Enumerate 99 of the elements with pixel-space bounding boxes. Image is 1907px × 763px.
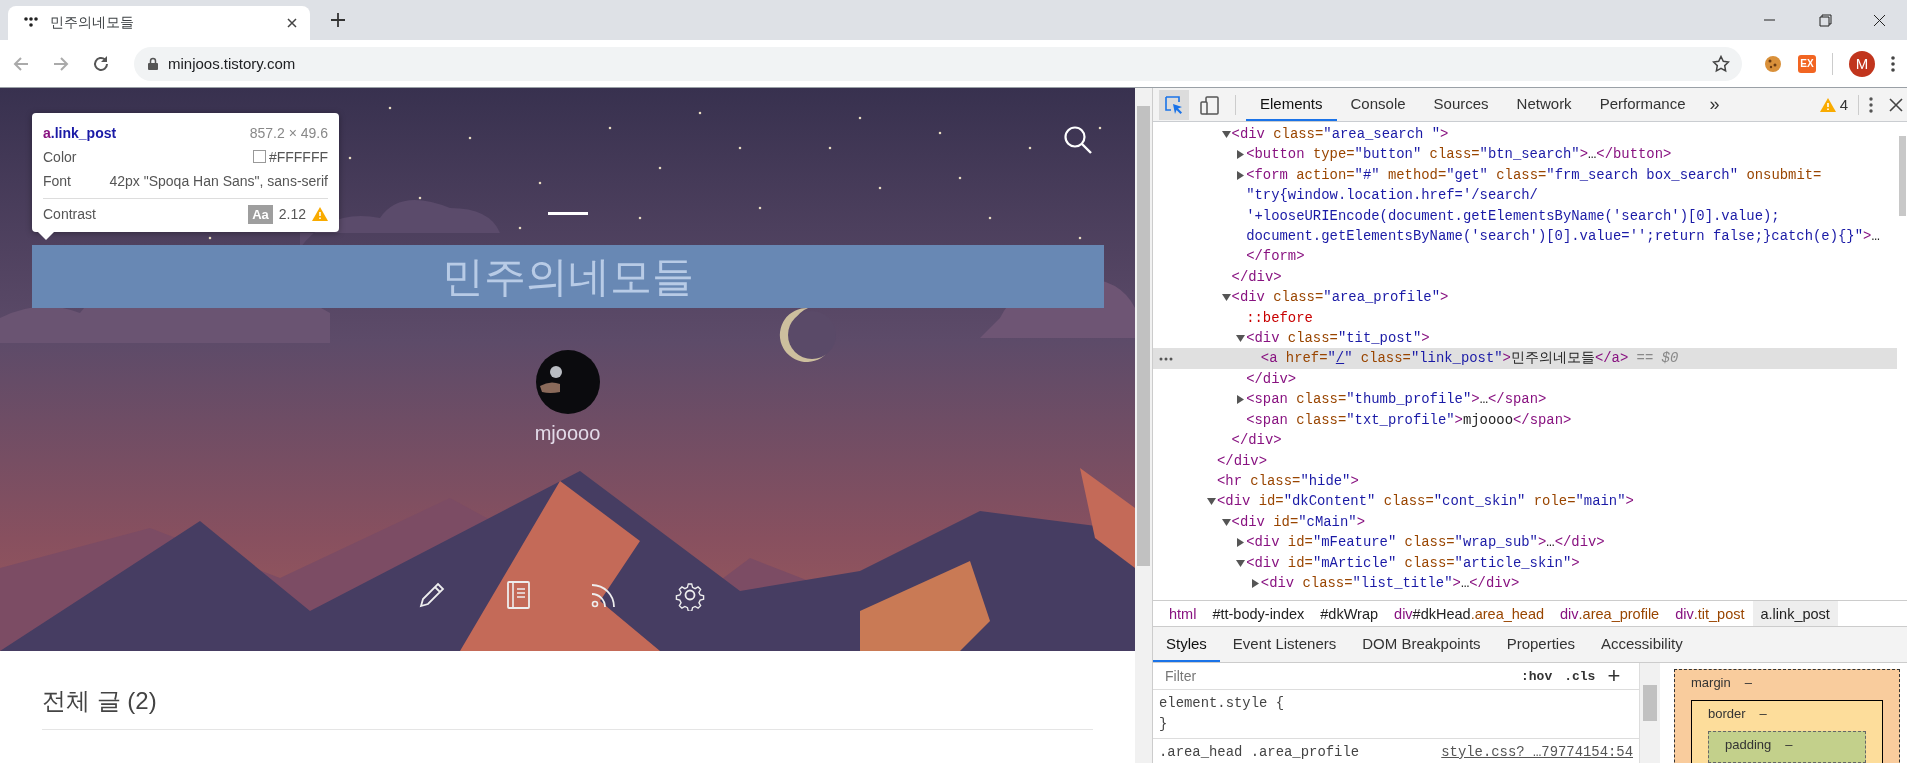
panel-tab[interactable]: Accessibility xyxy=(1588,627,1696,662)
contrast-value: 2.12 xyxy=(278,206,306,222)
close-icon[interactable] xyxy=(1889,97,1903,112)
cursor-icon xyxy=(1164,94,1184,115)
box-label: border xyxy=(1708,705,1746,721)
dom-row[interactable]: ::before xyxy=(1153,307,1897,329)
warning-count[interactable]: 4 xyxy=(1819,96,1848,113)
inspect-button[interactable] xyxy=(1159,89,1189,120)
style-rule-line: .area_head .area_profile xyxy=(1159,743,1360,762)
expanded-triangle-icon[interactable] xyxy=(1221,517,1231,527)
plus-icon[interactable] xyxy=(330,12,346,28)
style-rule-line: } xyxy=(1159,715,1169,734)
more-icon[interactable] xyxy=(1159,357,1173,362)
closing-tag: </div> xyxy=(1246,370,1297,387)
collapsed-triangle-icon[interactable] xyxy=(1250,578,1260,588)
breadcrumb[interactable]: #tt-body-index xyxy=(1204,601,1313,626)
dom-row[interactable]: <div id="dkContent" class="cont_skin" role="main"> xyxy=(1153,491,1897,512)
dom-row[interactable]: <a href="/" class="link_post">민주의네모들</a> == $0 xyxy=(1153,348,1897,369)
expanded-triangle-icon[interactable] xyxy=(1221,130,1231,139)
dom-row[interactable]: <button type="button" class="btn_search">…</button> xyxy=(1153,144,1897,165)
hov-button[interactable]: :hov xyxy=(1521,668,1553,684)
breadcrumb[interactable]: #dkWrap xyxy=(1312,601,1387,626)
expanded-triangle-icon[interactable] xyxy=(1236,334,1246,344)
collapsed-triangle-icon[interactable] xyxy=(1236,395,1246,405)
panel-tab[interactable]: DOM Breakpoints xyxy=(1349,627,1494,662)
font-value: 42px "Spoqa Han Sans", sans-serif xyxy=(109,173,328,189)
color-value: #FFFFFF xyxy=(252,149,328,165)
address-bar[interactable]: minjoos.tistory.com xyxy=(134,46,1742,81)
contrast-sample: Aa xyxy=(248,204,273,224)
panel-tab[interactable]: Event Listeners xyxy=(1219,627,1350,662)
box-value: – xyxy=(1785,736,1793,752)
section-title: 전체 글 (2) xyxy=(42,685,1093,730)
dom-row[interactable]: <div id="mFeature" class="wrap_sub">…</div> xyxy=(1153,532,1897,553)
close-icon[interactable] xyxy=(286,17,298,29)
font-label: Font xyxy=(43,173,71,189)
color-label: Color xyxy=(43,149,77,165)
title-rule xyxy=(547,212,588,215)
dots-icon xyxy=(24,16,38,30)
breadcrumb[interactable]: div.tit_post xyxy=(1667,601,1753,626)
expanded-triangle-icon[interactable] xyxy=(1207,497,1216,507)
devtools-tab[interactable]: Console xyxy=(1336,88,1420,121)
dom-row[interactable]: <hr class="hide"> xyxy=(1153,470,1897,492)
add-rule-button[interactable]: + xyxy=(1607,663,1621,689)
menu-icon[interactable] xyxy=(1891,55,1895,72)
collapsed-triangle-icon[interactable] xyxy=(1236,538,1246,548)
dom-row[interactable]: <div id="cMain"> xyxy=(1153,511,1897,533)
dom-row[interactable]: <div class="area_search "> xyxy=(1153,124,1897,145)
devtools-tab[interactable]: Network xyxy=(1502,88,1586,121)
device-icon[interactable] xyxy=(1200,94,1220,115)
devtools-tab[interactable]: Performance xyxy=(1585,88,1700,121)
element-size: 857.2 × 49.6 xyxy=(249,125,328,141)
collapsed-triangle-icon[interactable] xyxy=(1236,150,1246,160)
lock-icon xyxy=(148,57,158,70)
dom-row[interactable]: <div class="list_title">…</div> xyxy=(1153,572,1897,594)
closing-tag: </div> xyxy=(1217,452,1267,469)
box-value: – xyxy=(1759,705,1767,721)
closing-tag: </form> xyxy=(1246,248,1305,265)
star-icon[interactable] xyxy=(1712,54,1730,73)
closing-tag: </div> xyxy=(1231,432,1282,449)
browser-tab[interactable]: 민주의네모들 xyxy=(8,6,310,40)
warning-icon xyxy=(312,207,328,221)
devtools-tab[interactable]: Elements xyxy=(1246,88,1337,121)
devtools-tab[interactable]: Sources xyxy=(1419,88,1503,121)
panel-tab[interactable]: Properties xyxy=(1493,627,1588,662)
dom-row[interactable]: <div id="mArticle" class="article_skin"> xyxy=(1153,552,1897,573)
breadcrumb[interactable]: div.area_profile xyxy=(1552,601,1668,626)
dom-row[interactable]: <span class="thumb_profile">…</span> xyxy=(1153,389,1897,410)
menu-icon[interactable] xyxy=(1869,96,1873,113)
warning-icon xyxy=(1819,97,1836,112)
box-value: – xyxy=(1744,674,1752,690)
profile-avatar[interactable]: M xyxy=(1849,50,1875,77)
box-label: padding xyxy=(1725,736,1772,752)
element-selector: a.link_post xyxy=(43,125,117,141)
search-icon[interactable] xyxy=(1063,125,1093,155)
dom-row[interactable]: <span class="txt_profile">mjoooo</span> xyxy=(1153,409,1897,431)
expanded-triangle-icon[interactable] xyxy=(1236,558,1246,568)
tab-title: 민주의네모들 xyxy=(50,14,135,32)
reload-icon[interactable] xyxy=(92,54,110,73)
breadcrumb[interactable]: a.link_post xyxy=(1752,601,1838,626)
source-link[interactable]: style.css?_…79774154:54 xyxy=(1441,742,1633,763)
cookie-icon[interactable] xyxy=(1764,54,1782,73)
dom-row[interactable]: <form action="#" method="get" class="frm_search box_search" onsubmit= "try{window.location.href='/search/ '+looseURIEncode(document.getElementsByName('search')[0].value); document.getElementsByName('search')[0].value='';return false;}catch(e){}">… xyxy=(1153,164,1897,247)
more-tabs[interactable]: » xyxy=(1699,94,1730,115)
scrollbar[interactable] xyxy=(1639,663,1660,763)
expanded-triangle-icon[interactable] xyxy=(1221,293,1231,303)
dom-row[interactable]: <div class="area_profile"> xyxy=(1153,287,1897,308)
closing-tag: </div> xyxy=(1231,268,1282,285)
collapsed-triangle-icon[interactable] xyxy=(1236,170,1246,180)
style-rule-line: element.style { xyxy=(1159,694,1285,713)
cls-button[interactable]: .cls xyxy=(1564,668,1596,684)
box-label: margin xyxy=(1691,674,1731,690)
dom-row[interactable]: <div class="tit_post"> xyxy=(1153,328,1897,349)
contrast-label: Contrast xyxy=(43,206,96,222)
breadcrumb[interactable]: div#dkHead.area_head xyxy=(1386,601,1553,626)
blog-name: mjoooo xyxy=(534,422,601,445)
scrollbar[interactable] xyxy=(1135,88,1152,763)
panel-tab[interactable]: Styles xyxy=(1153,627,1220,662)
avatar[interactable] xyxy=(535,350,600,414)
breadcrumb[interactable]: html xyxy=(1161,601,1205,626)
